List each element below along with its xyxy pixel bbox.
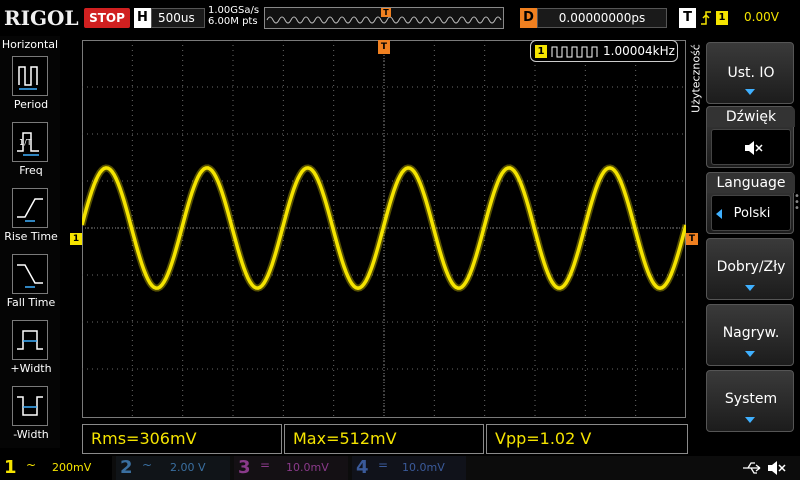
square-wave-icon — [551, 46, 598, 58]
io-setup-label: Ust. IO — [727, 65, 775, 81]
period-label: Period — [13, 98, 49, 111]
right-menu-title: Użyteczność — [689, 44, 703, 113]
ch3-scale: 10.0mV — [286, 461, 329, 474]
sound-label: Dźwięk — [707, 107, 795, 127]
fall-time-label: Fall Time — [6, 296, 56, 309]
channel-status-bar: 1 ~ 200mV 2 ~ 2.00 V 3 = 10.0mV 4 = 10.0… — [0, 456, 800, 480]
ch3-status[interactable]: 3 = 10.0mV — [234, 456, 348, 480]
ch1-ground-marker[interactable]: 1 — [70, 233, 82, 245]
memory-depth: 6.00M pts — [208, 16, 258, 27]
ch3-number: 3 — [238, 457, 251, 478]
delay-key: D — [520, 8, 537, 28]
trigger-position-marker: T — [381, 8, 391, 17]
usb-icon — [743, 462, 761, 474]
ch2-scale: 2.00 V — [170, 461, 206, 474]
trigger-source-badge: 1 — [716, 11, 728, 25]
acquisition-info: 1.00GSa/s 6.00M pts — [208, 5, 259, 27]
ch4-scale: 10.0mV — [402, 461, 445, 474]
submenu-arrow-icon — [745, 351, 755, 357]
measure-neg-width-button[interactable]: -Width — [0, 386, 60, 450]
timebase-value[interactable]: 500us — [151, 8, 205, 28]
language-label: Language — [707, 173, 795, 193]
graticule-and-trace — [82, 40, 686, 418]
measure-pos-width-button[interactable]: +Width — [0, 320, 60, 384]
rigol-logo: RIGOL — [4, 6, 79, 30]
rise-time-label: Rise Time — [4, 230, 58, 243]
neg-width-icon — [12, 386, 48, 426]
svg-text:1/T: 1/T — [19, 138, 32, 147]
io-setup-button[interactable]: Ust. IO — [706, 42, 794, 104]
ch4-number: 4 — [356, 457, 369, 478]
left-menu-title: Horizontal — [1, 38, 59, 51]
trigger-key: T — [679, 8, 696, 28]
memory-waveform-overview: T — [264, 7, 504, 29]
ch4-coupling-icon: = — [378, 458, 389, 472]
ch2-status[interactable]: 2 ~ 2.00 V — [116, 456, 230, 480]
language-value: Polski — [733, 206, 771, 221]
measurement-rms[interactable]: Rms=306mV — [82, 424, 282, 454]
measurement-max[interactable]: Max=512mV — [284, 424, 484, 454]
timebase-key: H — [134, 8, 151, 28]
language-value-box: Polski — [711, 195, 791, 231]
trigger-level-marker[interactable]: T — [686, 233, 698, 245]
sound-value — [711, 129, 791, 165]
measure-period-button[interactable]: Period — [0, 56, 60, 120]
ch2-number: 2 — [120, 457, 133, 478]
ch1-coupling-icon: ~ — [26, 458, 37, 472]
knob-indicator-icon: • • • — [794, 191, 800, 214]
ch4-status[interactable]: 4 = 10.0mV — [352, 456, 466, 480]
record-button[interactable]: Nagryw. — [706, 304, 794, 366]
ch2-coupling-icon: ~ — [142, 458, 153, 472]
top-status-bar: RIGOL STOP H 500us 1.00GSa/s 6.00M pts T… — [0, 0, 800, 36]
rising-edge-icon — [701, 11, 711, 25]
pass-fail-label: Dobry/Zły — [716, 259, 786, 275]
freq-label: Freq — [19, 164, 43, 177]
frequency-counter: 1 1.00004kHz — [530, 40, 678, 62]
ch3-coupling-icon: = — [260, 458, 271, 472]
language-button[interactable]: Language Polski — [706, 172, 795, 234]
trigger-level[interactable]: 0.00V — [744, 10, 779, 24]
fall-time-icon — [12, 254, 48, 294]
measure-freq-button[interactable]: 1/T Freq — [0, 122, 60, 186]
submenu-arrow-icon — [745, 417, 755, 423]
horizontal-measure-menu: Horizontal Period 1/T Freq Rise Time Fal… — [0, 36, 60, 448]
system-button[interactable]: System — [706, 370, 794, 432]
neg-width-label: -Width — [13, 428, 49, 441]
freq-icon: 1/T — [12, 122, 48, 162]
ch1-scale: 200mV — [52, 461, 92, 474]
submenu-arrow-icon — [745, 285, 755, 291]
ch1-status[interactable]: 1 ~ 200mV — [0, 456, 112, 480]
record-label: Nagryw. — [722, 325, 780, 341]
ch1-number: 1 — [4, 457, 17, 478]
measure-fall-time-button[interactable]: Fall Time — [0, 254, 60, 318]
frequency-value: 1.00004kHz — [603, 44, 675, 58]
measurement-vpp[interactable]: Vpp=1.02 V — [486, 424, 688, 454]
pos-width-label: +Width — [10, 362, 52, 375]
speaker-mute-icon — [745, 141, 763, 155]
sound-button[interactable]: Dźwięk — [706, 106, 795, 168]
speaker-mute-status-icon — [768, 461, 786, 475]
system-label: System — [724, 391, 778, 407]
submenu-arrow-icon — [745, 89, 755, 95]
rise-time-icon — [12, 188, 48, 228]
sample-rate: 1.00GSa/s — [208, 5, 260, 16]
run-stop-indicator[interactable]: STOP — [84, 8, 130, 28]
freq-counter-channel: 1 — [535, 45, 547, 58]
horizontal-trigger-marker[interactable]: T — [378, 40, 390, 54]
period-icon — [12, 56, 48, 96]
delay-value[interactable]: 0.00000000ps — [537, 8, 667, 28]
pos-width-icon — [12, 320, 48, 360]
measure-rise-time-button[interactable]: Rise Time — [0, 188, 60, 252]
pass-fail-button[interactable]: Dobry/Zły — [706, 238, 794, 300]
waveform-display[interactable] — [82, 40, 686, 456]
